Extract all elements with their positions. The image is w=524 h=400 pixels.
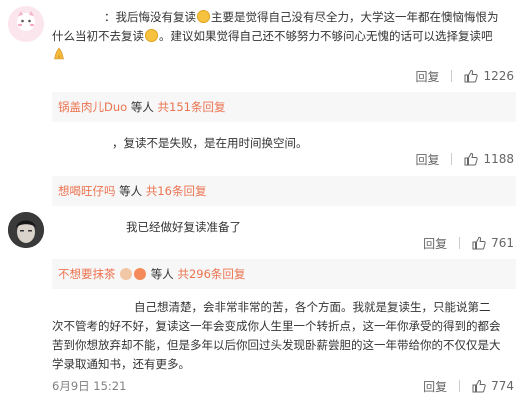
like-button[interactable]: 1188: [464, 152, 514, 166]
divider: [451, 70, 453, 82]
avatar-image: [8, 212, 44, 248]
thumbs-up-icon: [464, 69, 479, 83]
like-button[interactable]: 761: [472, 236, 514, 250]
like-button[interactable]: 774: [472, 379, 514, 393]
reply-user-name[interactable]: 想喝旺仔吗: [58, 184, 116, 198]
thumbs-up-icon: [472, 379, 486, 393]
comment-text: 学录取通知书，还有更多。: [52, 357, 190, 371]
girl-emoji-icon: [120, 268, 133, 280]
thumbs-up-icon: [464, 152, 479, 166]
comment-timestamp: 6月9日 15:21: [52, 379, 127, 393]
divider: [459, 237, 461, 249]
comment-actions: 回复 761: [423, 234, 514, 252]
like-count: 774: [491, 379, 514, 393]
comment-text: 我已经做好复读准备了: [126, 220, 241, 234]
reply-button[interactable]: 回复: [423, 378, 447, 395]
comment-text: 自己想清楚，会非常非常的苦，各个方面。我就是复读生，只能说第二: [134, 300, 491, 314]
shy-face-emoji-icon: [197, 10, 210, 23]
reply-button[interactable]: 回复: [423, 235, 447, 252]
thumbs-up-icon: [472, 236, 486, 250]
comment-text: 什么当初不去复读 。建议如果觉得自己还不够努力不够问心无愧的话可以选择复读吧: [52, 29, 493, 43]
comment-text: [52, 46, 66, 64]
reply-user-name[interactable]: 锅盖肉儿Duo: [58, 100, 127, 114]
more-replies-link[interactable]: 共16条回复: [146, 184, 207, 198]
reply-summary-bar[interactable]: 不想要抹茶 等人 共296条回复: [52, 259, 516, 289]
shy-face-emoji-icon: [145, 29, 158, 42]
like-count: 1226: [483, 69, 514, 83]
like-count: 761: [491, 236, 514, 250]
like-button[interactable]: 1226: [464, 69, 514, 83]
reply-button[interactable]: 回复: [415, 68, 439, 85]
reply-user-name[interactable]: 不想要抹茶: [58, 267, 116, 281]
avatar[interactable]: [8, 212, 44, 248]
divider: [451, 153, 453, 165]
flower-emoji-icon: [134, 268, 147, 280]
avatar[interactable]: [8, 6, 44, 42]
comment-text: ：我后悔没有复读 主要是觉得自己没有尽全力，大学这一年都在懊恼悔恨为: [104, 10, 499, 24]
comment-text: 苦到你想放弃却不能，但是多年以后你回过头发现卧薪尝胆的这一年带给你的不仅仅是大: [52, 338, 501, 352]
like-count: 1188: [483, 152, 514, 166]
comment-actions: 回复 774: [423, 377, 514, 395]
divider: [459, 380, 461, 392]
avatar-image: [8, 6, 44, 42]
comment-actions: 回复 1226: [415, 67, 514, 85]
more-replies-link[interactable]: 共151条回复: [158, 100, 226, 114]
comment-text: 次不管考的好不好，复读这一年会变成你人生里一个转折点，这一年你承受的得到的都会: [52, 319, 501, 333]
comment-actions: 回复 1188: [415, 150, 514, 168]
more-replies-link[interactable]: 共296条回复: [177, 267, 245, 281]
reply-summary-bar[interactable]: 锅盖肉儿Duo 等人 共151条回复: [52, 92, 516, 122]
pray-hands-emoji-icon: [54, 47, 64, 60]
reply-summary-bar[interactable]: 想喝旺仔吗 等人 共16条回复: [52, 176, 516, 206]
comment-text: ，复读不是失败，是在用时间换空间。: [112, 136, 308, 150]
reply-button[interactable]: 回复: [415, 151, 439, 168]
